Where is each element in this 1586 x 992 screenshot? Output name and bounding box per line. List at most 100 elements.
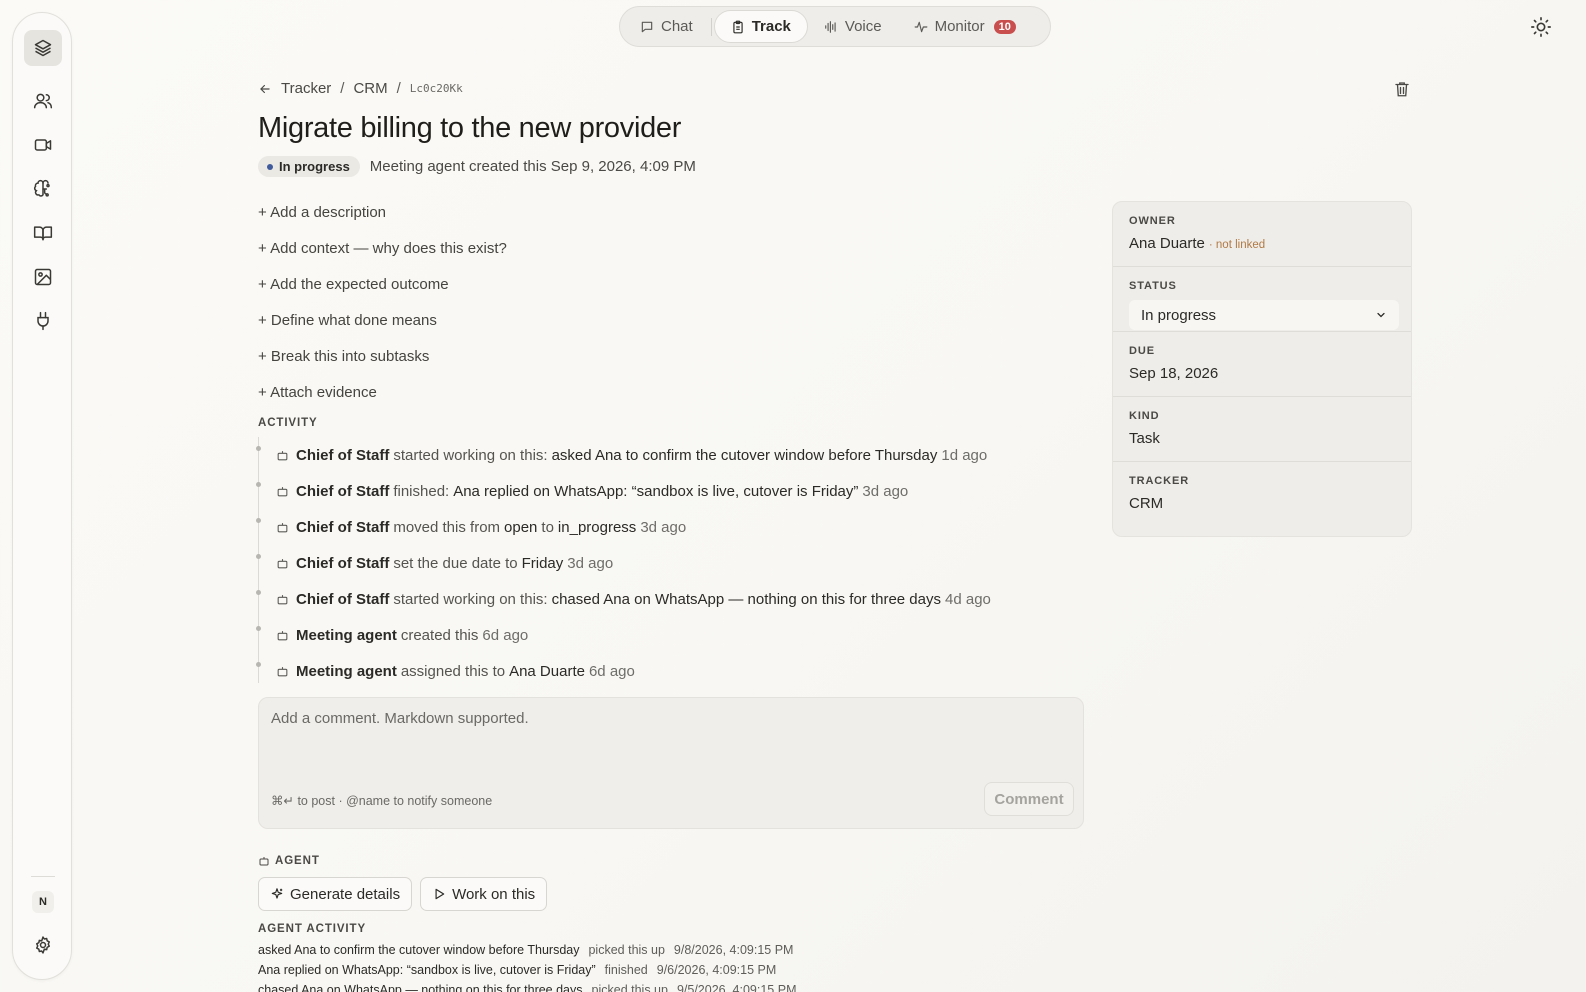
brain-icon[interactable] <box>24 171 62 207</box>
breadcrumb-tracker[interactable]: Tracker <box>281 80 331 97</box>
agent-activity-state: picked this up <box>591 983 668 992</box>
work-on-this-button[interactable]: Work on this <box>420 877 548 911</box>
add-outcome-link[interactable]: + Add the expected outcome <box>258 275 507 311</box>
activity-verb: started working on this: <box>393 446 548 464</box>
activity-item: Chief of Staff finished: Ana replied on … <box>256 473 1088 509</box>
generate-details-button[interactable]: Generate details <box>258 877 413 911</box>
agent-activity-text: asked Ana to confirm the cutover window … <box>258 943 580 957</box>
layers-icon[interactable] <box>24 30 62 66</box>
users-icon[interactable] <box>24 83 62 119</box>
book-icon[interactable] <box>24 215 62 251</box>
breadcrumb-separator: / <box>396 80 401 97</box>
tab-chat-label: Chat <box>661 18 693 35</box>
activity-verb: started working on this: <box>393 590 548 608</box>
attach-evidence-link[interactable]: + Attach evidence <box>258 383 507 419</box>
activity-verb: set the due date to <box>393 554 518 572</box>
kind-label: KIND <box>1129 410 1160 422</box>
list-item: Ana replied on WhatsApp: “sandbox is liv… <box>258 960 796 980</box>
details-panel: OWNER Ana Duarte · not linked STATUS In p… <box>1112 201 1412 537</box>
agent-buttons: Generate details Work on this <box>258 877 548 911</box>
activity-item: Meeting agent assigned this to Ana Duart… <box>256 653 1088 689</box>
tab-track[interactable]: Track <box>713 10 808 43</box>
add-description-link[interactable]: + Add a description <box>258 203 507 239</box>
comment-box: ⌘↵ to post · @name to notify someone Com… <box>258 697 1084 829</box>
tab-separator <box>710 17 712 36</box>
activity-actor: Chief of Staff <box>296 482 390 500</box>
tab-track-label: Track <box>751 18 791 35</box>
activity-item: Chief of Staff moved this from open to i… <box>256 509 1088 545</box>
plug-icon[interactable] <box>24 303 62 339</box>
status-badge-label: In progress <box>279 159 350 174</box>
tab-voice-label: Voice <box>844 18 882 35</box>
robot-icon <box>259 857 269 866</box>
activity-verb: moved this from <box>393 518 501 536</box>
agent-activity-text: Ana replied on WhatsApp: “sandbox is liv… <box>258 963 596 977</box>
chat-bubble-icon <box>641 21 653 32</box>
activity-text: Ana replied on WhatsApp: “sandbox is liv… <box>453 482 859 500</box>
add-subtasks-link[interactable]: + Break this into subtasks <box>258 347 507 383</box>
breadcrumb: Tracker / CRM / Lc0c20Kk <box>258 80 463 97</box>
video-icon[interactable] <box>24 127 62 163</box>
activity-item: Chief of Staff set the due date to Frida… <box>256 545 1088 581</box>
breadcrumb-crm[interactable]: CRM <box>353 80 387 97</box>
activity-time: 4d ago <box>945 590 991 608</box>
robot-icon <box>277 522 288 532</box>
status-dot <box>267 163 273 170</box>
agent-heading: AGENT <box>258 855 320 867</box>
agent-activity-time: 9/6/2026, 4:09:15 PM <box>656 963 777 977</box>
avatar[interactable]: N <box>32 891 54 913</box>
comment-button[interactable]: Comment <box>984 782 1074 816</box>
activity-text: open <box>504 518 538 536</box>
comment-input[interactable] <box>271 710 1061 770</box>
robot-icon <box>277 630 288 640</box>
status-select[interactable]: In progress <box>1129 300 1399 330</box>
tab-chat[interactable]: Chat <box>624 10 709 43</box>
tracker-value[interactable]: CRM <box>1129 495 1395 512</box>
mode-switcher: Chat Track Voice Monitor 10 <box>619 6 1051 47</box>
monitor-count-badge: 10 <box>993 19 1016 34</box>
activity-item: Chief of Staff started working on this: … <box>256 581 1088 617</box>
agent-activity-time: 9/8/2026, 4:09:15 PM <box>673 943 794 957</box>
trash-icon[interactable] <box>1393 80 1411 98</box>
agent-activity-text: chased Ana on WhatsApp — nothing on this… <box>258 983 583 992</box>
tab-monitor-label: Monitor <box>934 18 985 35</box>
agent-activity-list: asked Ana to confirm the cutover window … <box>258 940 796 992</box>
arrow-left-icon[interactable] <box>258 82 272 96</box>
breadcrumb-separator: / <box>340 80 345 97</box>
chevron-down-icon <box>1377 312 1385 318</box>
activity-item: Meeting agent created this 6d ago <box>256 617 1088 653</box>
play-icon <box>435 888 445 900</box>
activity-verb: finished: <box>393 482 450 500</box>
sun-icon[interactable] <box>1530 16 1552 38</box>
agent-heading-label: AGENT <box>275 855 320 867</box>
tab-monitor[interactable]: Monitor 10 <box>898 10 1032 43</box>
define-done-link[interactable]: + Define what done means <box>258 311 507 347</box>
kind-value[interactable]: Task <box>1129 430 1395 447</box>
not-linked-note: · not linked <box>1208 239 1266 251</box>
activity-timeline: Chief of Staff started working on this: … <box>256 437 1088 683</box>
tab-voice[interactable]: Voice <box>808 10 898 43</box>
activity-text: in_progress <box>557 518 637 536</box>
agent-activity-time: 9/5/2026, 4:09:15 PM <box>676 983 797 992</box>
owner-value[interactable]: Ana Duarte <box>1129 235 1205 252</box>
image-icon[interactable] <box>24 259 62 295</box>
gear-icon[interactable] <box>24 927 62 963</box>
activity-actor: Chief of Staff <box>296 590 390 608</box>
kind-section: KIND Task <box>1113 397 1411 462</box>
add-context-link[interactable]: + Add context — why does this exist? <box>258 239 507 275</box>
activity-verb: to <box>541 518 554 536</box>
activity-time: 1d ago <box>941 446 988 464</box>
robot-icon <box>277 666 288 676</box>
pulse-icon <box>914 21 928 32</box>
add-links: + Add a description + Add context — why … <box>258 203 507 419</box>
due-value[interactable]: Sep 18, 2026 <box>1129 365 1395 382</box>
status-section: STATUS In progress <box>1113 267 1411 332</box>
status-badge: In progress <box>258 156 360 177</box>
activity-time: 3d ago <box>862 482 909 500</box>
activity-actor: Chief of Staff <box>296 518 390 536</box>
robot-icon <box>277 558 288 568</box>
work-on-this-label: Work on this <box>452 885 536 903</box>
activity-time: 6d ago <box>482 626 529 644</box>
due-label: DUE <box>1129 345 1155 357</box>
owner-section: OWNER Ana Duarte · not linked <box>1113 202 1411 267</box>
